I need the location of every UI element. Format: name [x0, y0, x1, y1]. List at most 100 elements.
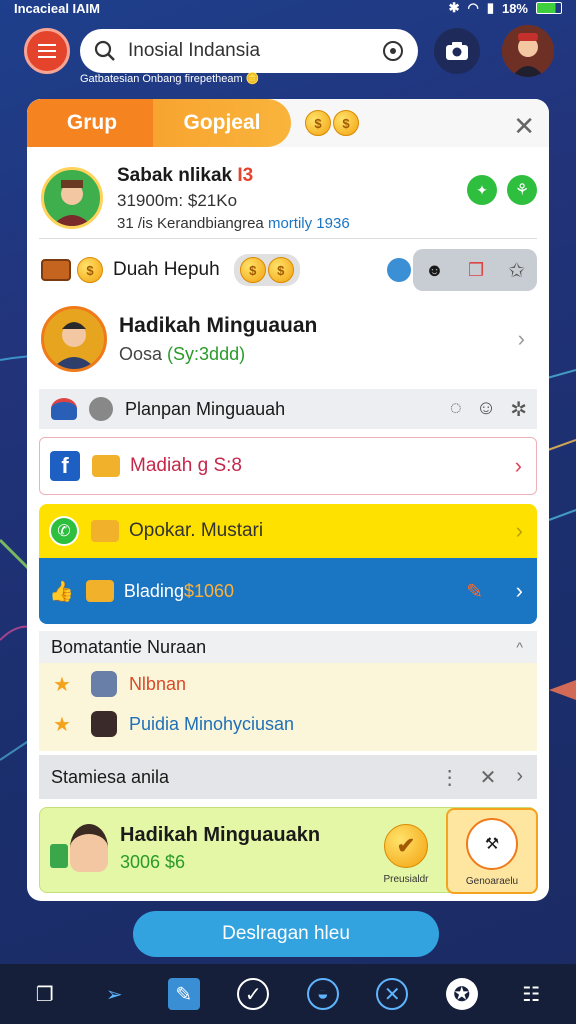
globe-icon[interactable] — [387, 258, 411, 282]
stamiesa-label: Stamiesa anila — [51, 766, 170, 787]
battery-percent: 18% — [501, 0, 528, 16]
coin-icon: $ — [77, 257, 103, 283]
chevron-right-icon[interactable]: › — [516, 578, 523, 604]
settings-icon[interactable]: ✲ — [510, 397, 527, 422]
bowl-icon — [51, 398, 77, 420]
madiah-row[interactable]: f Madiah g S:8 › — [39, 437, 537, 495]
profile-row[interactable]: Sabak nlikak I3 31900m: $21Ko 31 /is Ker… — [27, 157, 549, 239]
medal-icon: ✔ — [384, 824, 428, 868]
leaf-icon[interactable]: ✦ — [467, 175, 497, 205]
hadikah-title: Hadikah Minguauan — [119, 313, 318, 337]
chevron-right-icon[interactable]: › — [516, 518, 523, 544]
chevron-right-icon[interactable]: › — [515, 453, 522, 479]
section-title: Bomatantie Nuraan — [51, 636, 207, 657]
promo-card[interactable]: Hadikah Minguauakn 3006 $6 ✔ Preusialdr … — [39, 807, 538, 894]
planpan-row[interactable]: Planpan Minguauah ◌ ☺ ✲ — [39, 389, 537, 429]
coin-small-icon: 🪙 — [245, 73, 260, 85]
chat-icon[interactable]: ◌ — [450, 397, 462, 422]
hadikah-row[interactable]: Hadikah Minguauan Oosa (Sy:3ddd) › — [27, 299, 549, 379]
badge1-label: Preusialdr — [383, 874, 429, 885]
hadikah-subtitle-line: Oosa (Sy:3ddd) — [119, 344, 317, 365]
list-item-label: Puidia Minohyciusan — [128, 713, 295, 734]
facebook-icon: f — [50, 451, 80, 481]
carrier-label: Incacieal IAIM — [14, 0, 100, 16]
badge2-label: Genoaraelu — [465, 876, 519, 887]
section-list: ★ Nlbnan ★ Puidia Minohyciusan — [39, 663, 537, 751]
chevron-up-icon[interactable]: ^ — [516, 639, 523, 655]
camera-button[interactable] — [434, 28, 480, 74]
emoji-icon[interactable]: ☺ — [476, 397, 496, 422]
opokar-row[interactable]: ✆ Opokar. Mustari › — [39, 504, 537, 558]
blading-row[interactable]: 👍 Blading$1060 ✎ › — [39, 558, 537, 624]
star-icon[interactable]: ✩ — [508, 258, 525, 283]
profile-line-highlight: mortily 1936 — [267, 214, 350, 232]
hamburger-icon — [38, 49, 56, 53]
search-input[interactable]: Inosial Indansia — [128, 40, 370, 62]
chevron-right-icon[interactable]: › — [518, 326, 525, 352]
worker-icon: ⚒ — [466, 818, 518, 870]
stamiesa-row[interactable]: Stamiesa anila ⋮ ✕ › — [39, 755, 537, 799]
status-bar: Incacieal IAIM ✱ ◠ ▮ 18% — [0, 0, 576, 16]
chevron-right-icon[interactable]: › — [516, 765, 523, 790]
signal-icon: ▮ — [486, 0, 494, 15]
madiah-label: Madiah g S:8 — [130, 455, 242, 476]
person-thumb-icon — [90, 711, 117, 737]
profile-line: 31 /is Kerandbiangrea mortily 1936 — [117, 215, 535, 232]
gift-icon[interactable]: ❒ — [468, 260, 484, 281]
list-item[interactable]: ★ Puidia Minohyciusan — [53, 711, 294, 737]
search-bar[interactable]: Inosial Indansia — [80, 29, 418, 73]
woman-avatar-icon — [70, 824, 108, 872]
grid-icon[interactable]: ☷ — [515, 978, 547, 1010]
more-icon[interactable]: ⋮ — [440, 765, 460, 790]
tab-grup[interactable]: Grup — [27, 99, 157, 147]
close-icon[interactable]: ✕ — [513, 111, 535, 142]
profile-line-text: 31 /is Kerandbiangrea — [117, 214, 264, 232]
compass-icon — [89, 397, 113, 421]
voice-search-icon[interactable] — [382, 40, 404, 62]
blading-value: $1060 — [183, 580, 235, 601]
blading-label-line: Blading$1060 — [124, 581, 234, 602]
coin-pill-icon[interactable]: $ $ — [233, 254, 300, 286]
profile-name: Sabak nlikak — [117, 164, 233, 186]
gift-box-icon — [85, 580, 114, 602]
circle-icon[interactable]: ◒ — [306, 978, 339, 1010]
user-avatar[interactable] — [502, 25, 554, 77]
primary-action-button[interactable]: Deslragan hleu — [133, 911, 439, 957]
app-icon[interactable]: ✎ — [167, 978, 200, 1010]
close-icon[interactable]: ✕ — [480, 765, 497, 790]
character-icon[interactable]: ☻ — [425, 260, 444, 281]
divider — [39, 238, 537, 239]
coins-icon: $ $ — [305, 110, 359, 136]
action-pill: ☻ ❒ ✩ — [413, 249, 537, 291]
wifi-icon: ◠ — [467, 0, 479, 15]
document-icon[interactable]: ❐ — [29, 978, 61, 1010]
profile-avatar — [41, 167, 103, 229]
pin-icon: ✎ — [466, 580, 483, 603]
tab-gopjeal[interactable]: Gopjeal — [153, 99, 291, 147]
top-bar: Inosial Indansia — [24, 25, 554, 77]
avatar-icon — [502, 25, 554, 77]
list-item[interactable]: ★ Nlbnan — [53, 671, 186, 697]
promo-value: 3006 $6 — [120, 852, 186, 872]
list-item-label: Nlbnan — [128, 673, 186, 694]
promo-badge-2[interactable]: ⚒ Genoaraelu — [446, 808, 538, 894]
hadikah-subtitle: Oosa — [119, 343, 163, 364]
star-icon: ★ — [53, 713, 71, 736]
section-header[interactable]: Bomatantie Nuraan ^ — [39, 631, 537, 663]
duah-row[interactable]: $ Duah Hepuh $ $ ☻ ❒ ✩ — [27, 247, 549, 293]
plant-icon[interactable]: ⚘ — [507, 175, 537, 205]
bolt-icon[interactable]: ✪ — [445, 978, 478, 1010]
gift-box-icon — [92, 455, 120, 477]
businessman-icon — [52, 322, 96, 369]
target-icon[interactable]: ✕ — [376, 978, 409, 1010]
menu-button[interactable] — [24, 28, 70, 74]
treasure-chest-icon — [41, 259, 71, 281]
blading-label: Blading — [123, 580, 184, 601]
send-icon[interactable]: ➢ — [98, 978, 130, 1010]
battery-icon — [536, 2, 562, 14]
check-icon[interactable]: ✓ — [237, 978, 270, 1010]
promo-badge-1[interactable]: ✔ Preusialdr — [368, 818, 444, 890]
tagline: Gatbatesian Onbang firepetheam 🪙 — [80, 72, 259, 85]
main-card: Grup Gopjeal $ $ ✕ Sabak nlikak I3 31900m… — [27, 99, 549, 901]
star-icon: ★ — [53, 673, 71, 696]
